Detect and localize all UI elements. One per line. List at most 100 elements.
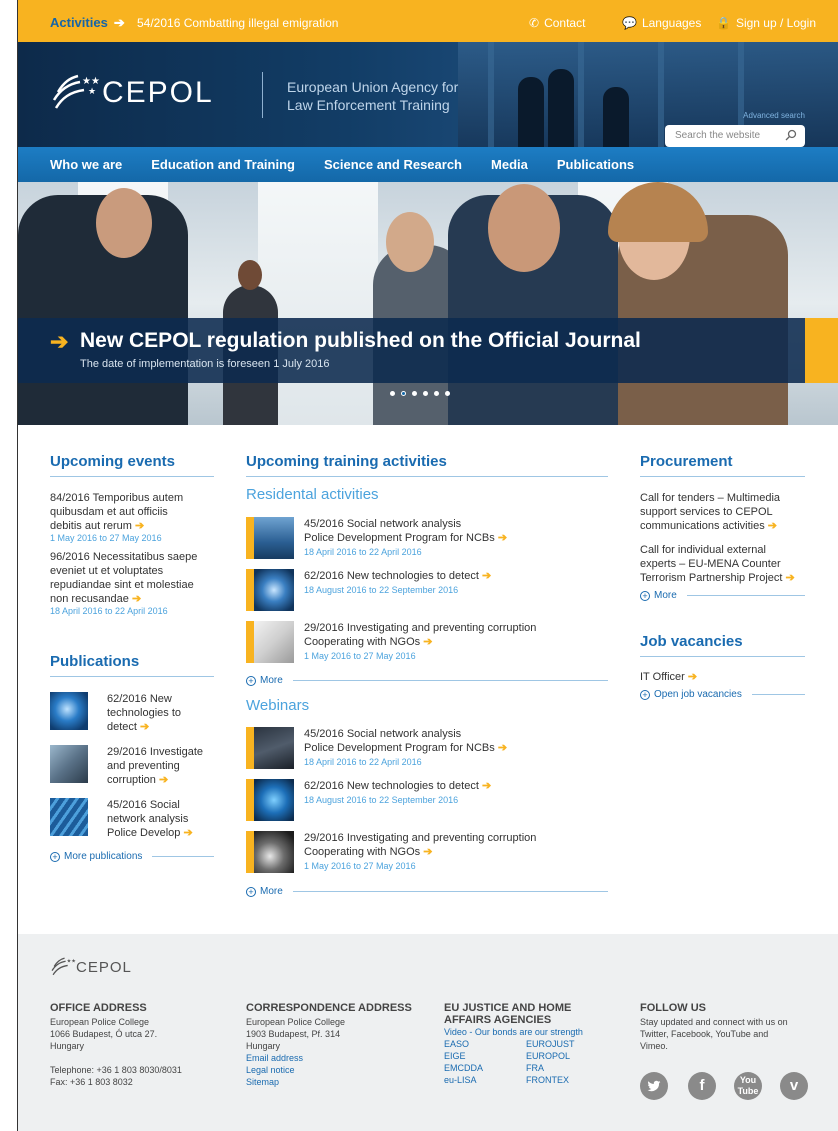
sitemap-link[interactable]: Sitemap [246, 1076, 412, 1088]
signup-link[interactable]: 🔒 Sign up / Login [716, 16, 816, 30]
agency-link[interactable]: EUROPOL [526, 1050, 575, 1062]
cepol-logo[interactable]: ★★ ★ CEPOL [50, 68, 214, 118]
agency-link[interactable]: EUROJUST [526, 1038, 575, 1050]
agency-tagline: European Union Agency for Law Enforcemen… [287, 79, 459, 113]
carousel-dot[interactable] [423, 391, 428, 396]
top-bar: Activities ➔ 54/2016 Combatting illegal e… [18, 0, 838, 42]
publication-thumbnail[interactable] [50, 798, 88, 836]
agency-link[interactable]: FRONTEX [526, 1074, 575, 1086]
arrow-right-icon: ➔ [481, 570, 492, 582]
residential-item[interactable]: 29/2016 Investigating and preventing cor… [304, 621, 536, 663]
webinar-item[interactable]: 45/2016 Social network analysis Police D… [304, 727, 507, 769]
activity-thumbnail[interactable] [254, 517, 294, 559]
carousel-dots [390, 391, 450, 396]
phone-icon: ✆ [529, 16, 540, 30]
correspondence-address: CORRESPONDENCE ADDRESS European Police C… [246, 1002, 412, 1088]
main-nav: Who we are Education and Training Scienc… [18, 147, 838, 182]
webinar-thumbnail[interactable] [254, 779, 294, 821]
agency-link[interactable]: EASO [444, 1038, 526, 1050]
arrow-right-icon: ➔ [50, 329, 69, 354]
carousel-dot[interactable] [434, 391, 439, 396]
plus-circle-icon: + [640, 590, 650, 601]
hero-carousel[interactable]: ➔ New CEPOL regulation published on the … [18, 182, 838, 425]
nav-item-science-research[interactable]: Science and Research [324, 147, 462, 182]
arrow-right-icon: ➔ [135, 520, 145, 532]
search-icon[interactable] [785, 129, 797, 141]
arrow-right-icon: ➔ [497, 742, 508, 754]
languages-link[interactable]: 💬 Languages [622, 16, 701, 30]
facebook-icon[interactable]: f [688, 1072, 716, 1100]
agency-link[interactable]: eu-LISA [444, 1074, 526, 1086]
vimeo-icon[interactable]: v [780, 1072, 808, 1100]
more-publications-link[interactable]: + More publications [50, 851, 214, 862]
agency-link[interactable]: EIGE [444, 1050, 526, 1062]
upcoming-events-title: Upcoming events [50, 453, 214, 477]
training-title: Upcoming training activities [246, 453, 608, 477]
hero-title[interactable]: New CEPOL regulation published on the Of… [80, 329, 641, 353]
contact-link[interactable]: ✆ Contact [529, 16, 585, 30]
activity-thumbnail[interactable] [254, 569, 294, 611]
legal-notice-link[interactable]: Legal notice [246, 1064, 412, 1076]
svg-text:★★: ★★ [67, 958, 76, 964]
site-header: ★★ ★ CEPOL European Union Agency for Law… [18, 42, 838, 147]
carousel-dot[interactable] [412, 391, 417, 396]
nav-item-education-training[interactable]: Education and Training [151, 147, 295, 182]
email-link[interactable]: Email address [246, 1052, 412, 1064]
plus-circle-icon: + [246, 675, 256, 686]
event-item[interactable]: 96/2016 Necessitatibus saepe eveniet ut … [50, 550, 210, 606]
jobs-section: Job vacancies IT Officer ➔ [640, 633, 805, 684]
agency-link[interactable]: FRA [526, 1062, 575, 1074]
plus-circle-icon: + [640, 689, 650, 700]
arrow-right-icon: ➔ [497, 532, 508, 544]
upcoming-events-section: Upcoming events 84/2016 Temporibus autem… [50, 453, 214, 616]
activity-thumbnail[interactable] [254, 621, 294, 663]
publication-thumbnail[interactable] [50, 692, 88, 730]
publication-thumbnail[interactable] [50, 745, 88, 783]
cepol-logo-mark: ★★ [51, 957, 76, 976]
more-procurement-link[interactable]: + More [640, 590, 805, 601]
webinars-title: Webinars [246, 697, 310, 714]
site-footer: ★★ CEPOL OFFICE ADDRESS European Police … [18, 934, 838, 1131]
twitter-icon[interactable] [640, 1072, 668, 1100]
residential-item[interactable]: 45/2016 Social network analysis Police D… [304, 517, 507, 559]
arrow-right-icon: ➔ [423, 636, 433, 648]
follow-us: FOLLOW US Stay updated and connect with … [640, 1002, 788, 1051]
logo-text: CEPOL [102, 76, 214, 109]
activities-link[interactable]: Activities ➔ [50, 15, 125, 31]
youtube-icon[interactable]: You Tube [734, 1072, 762, 1100]
nav-item-publications[interactable]: Publications [557, 147, 634, 182]
arrow-right-icon: ➔ [423, 846, 433, 858]
procurement-section: Procurement Call for tenders – Multimedi… [640, 453, 805, 585]
more-residential-link[interactable]: + More [246, 675, 608, 686]
cepol-logo-mark: ★★ ★ [52, 74, 100, 109]
carousel-dot[interactable] [390, 391, 395, 396]
webinar-thumbnail[interactable] [254, 831, 294, 873]
hero-caption-accent [805, 318, 838, 383]
footer-logo[interactable]: ★★ CEPOL [50, 954, 132, 980]
lock-icon: 🔒 [716, 16, 731, 30]
webinar-item[interactable]: 62/2016 New technologies to detect ➔ 18 … [304, 779, 491, 807]
carousel-dot-active[interactable] [401, 391, 406, 396]
arrow-right-icon: ➔ [785, 572, 795, 584]
search-input[interactable]: Search the website [665, 125, 805, 147]
footer-logo-text: CEPOL [76, 958, 132, 976]
webinar-item[interactable]: 29/2016 Investigating and preventing cor… [304, 831, 536, 873]
publication-item[interactable]: 29/2016 Investigate and preventing corru… [107, 745, 203, 787]
nav-item-who-we-are[interactable]: Who we are [50, 147, 122, 182]
procurement-item[interactable]: Call for individual external experts – E… [640, 543, 805, 585]
publication-item[interactable]: 45/2016 Social network analysis Police D… [107, 798, 193, 840]
publication-item[interactable]: 62/2016 New technologies to detect ➔ [107, 692, 181, 734]
open-jobs-link[interactable]: + Open job vacancies [640, 689, 805, 700]
event-item[interactable]: 84/2016 Temporibus autem quibusdam et au… [50, 491, 196, 533]
advanced-search-link[interactable]: Advanced search [743, 111, 805, 120]
activity-ticker[interactable]: 54/2016 Combatting illegal emigration [137, 16, 338, 30]
procurement-item[interactable]: Call for tenders – Multimedia support se… [640, 491, 805, 533]
agency-link[interactable]: EMCDDA [444, 1062, 526, 1074]
job-item[interactable]: IT Officer ➔ [640, 670, 805, 684]
webinar-thumbnail[interactable] [254, 727, 294, 769]
video-link[interactable]: Video - Our bonds are our strength [444, 1026, 614, 1038]
carousel-dot[interactable] [445, 391, 450, 396]
nav-item-media[interactable]: Media [491, 147, 528, 182]
more-webinars-link[interactable]: + More [246, 886, 608, 897]
residential-item[interactable]: 62/2016 New technologies to detect ➔ 18 … [304, 569, 491, 597]
